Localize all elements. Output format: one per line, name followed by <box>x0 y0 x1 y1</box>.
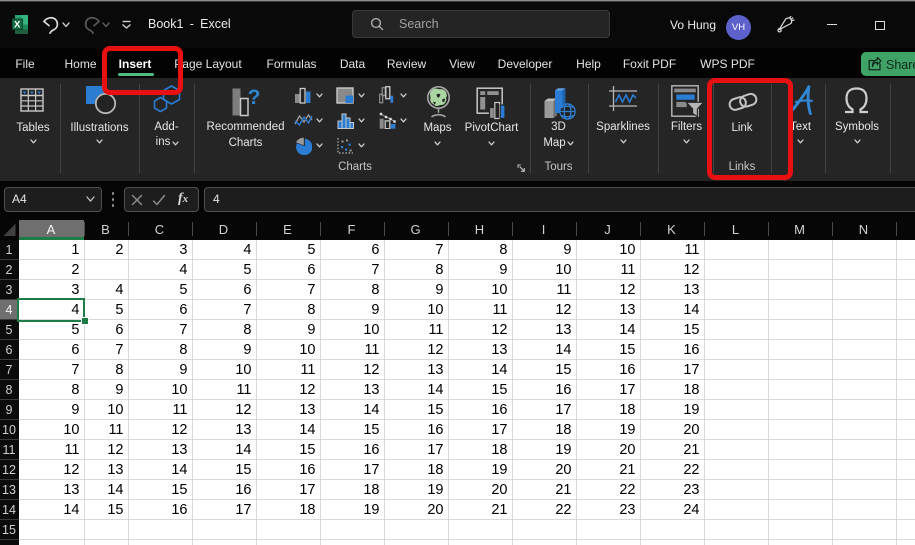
svg-text:X: X <box>14 19 21 30</box>
svg-text:?: ? <box>248 86 261 109</box>
